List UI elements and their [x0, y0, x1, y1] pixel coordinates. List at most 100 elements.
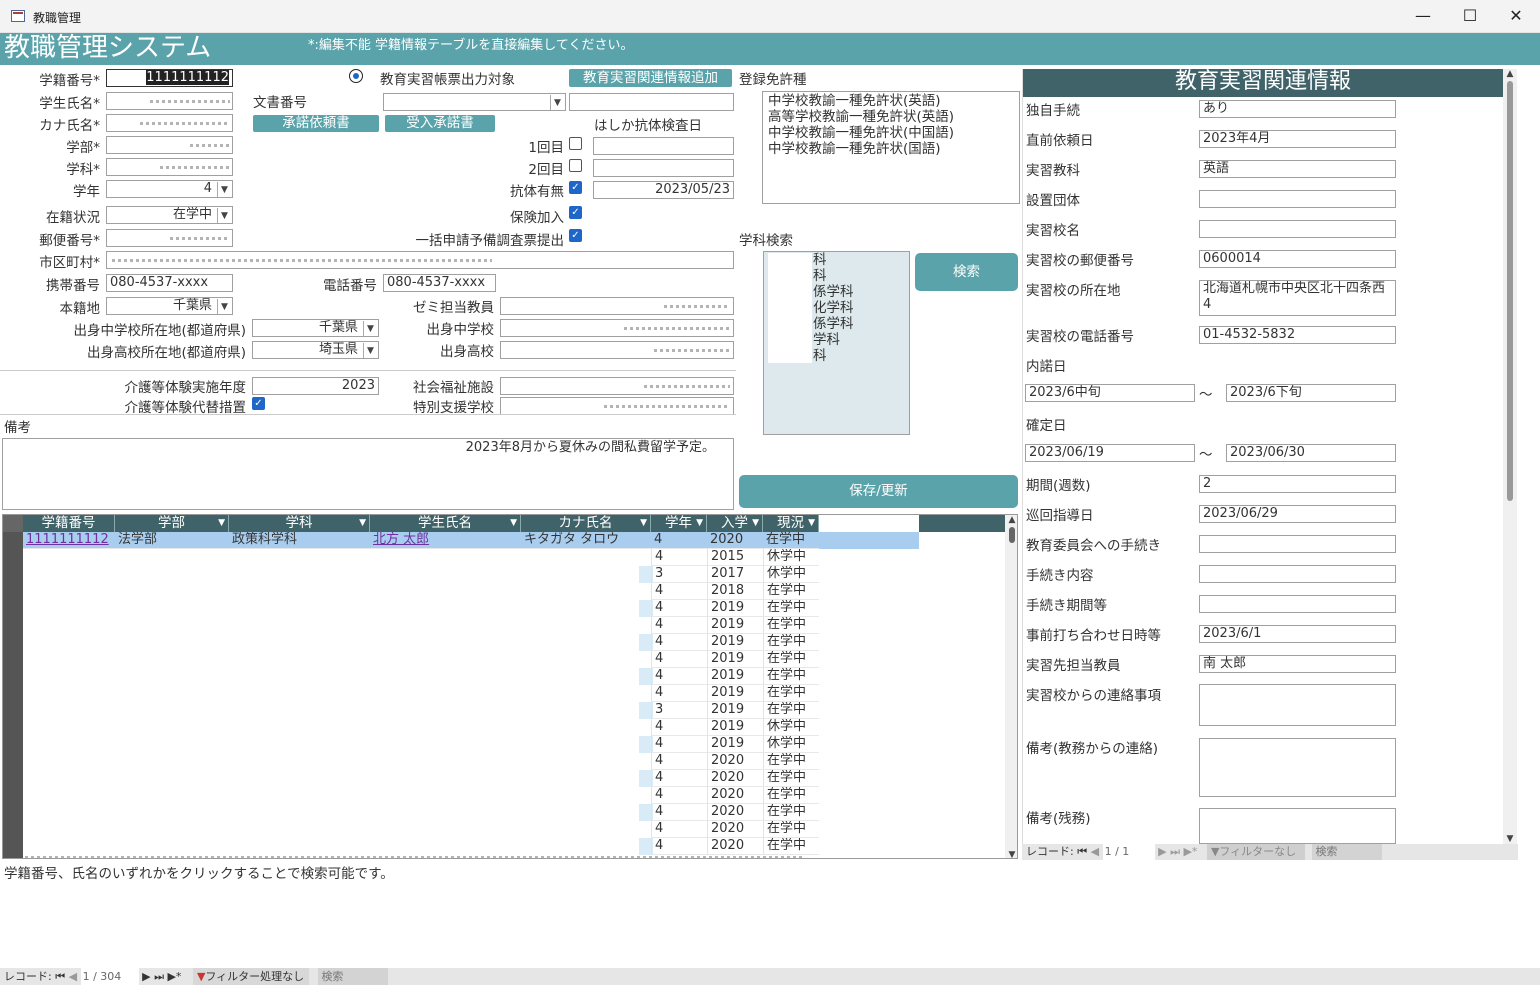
- name-field[interactable]: [106, 92, 233, 110]
- next-record-icon[interactable]: ▶: [142, 970, 150, 983]
- naidaku-to-field[interactable]: 2023/6下旬: [1226, 384, 1396, 402]
- care-alt-checkbox[interactable]: ✓: [252, 397, 265, 410]
- search-input[interactable]: 検索: [318, 968, 389, 985]
- practice-field-input[interactable]: 01-4532-5832: [1199, 326, 1396, 344]
- first-record-icon[interactable]: ⏮: [1077, 845, 1087, 858]
- grid-column-header[interactable]: 学生氏名 ▼: [370, 515, 521, 532]
- table-row[interactable]: 4 2020 在学中: [639, 770, 825, 787]
- dept-list-item[interactable]: 係学科: [813, 284, 854, 300]
- last-record-icon[interactable]: ⏭: [1170, 845, 1180, 858]
- dept-list-item[interactable]: 科: [813, 348, 854, 364]
- sort-dropdown-icon[interactable]: ▼: [359, 515, 366, 532]
- remark-office-field[interactable]: [1199, 738, 1396, 797]
- grid-column-header[interactable]: 学科 ▼: [229, 515, 370, 532]
- grid-column-header[interactable]: 現況 ▼: [763, 515, 819, 532]
- practice-field-input[interactable]: 英語: [1199, 160, 1396, 178]
- dept-search-list[interactable]: 科 科 係学科 化学科 係学科 学科 科: [763, 251, 910, 435]
- kana-field[interactable]: [106, 114, 233, 132]
- grid-column-header[interactable]: カナ氏名 ▼: [521, 515, 651, 532]
- second-date-field[interactable]: [593, 159, 734, 177]
- output-target-radio[interactable]: [349, 69, 363, 83]
- sort-dropdown-icon[interactable]: ▼: [752, 515, 759, 532]
- student-no-field[interactable]: 1111111112: [106, 69, 233, 87]
- scroll-thumb[interactable]: [1009, 527, 1015, 543]
- panel-search-input[interactable]: 検索: [1312, 844, 1383, 860]
- practice-field-input[interactable]: 北海道札幌市中央区北十四条西4: [1199, 280, 1396, 316]
- table-row[interactable]: 4 2020 在学中: [639, 821, 825, 838]
- insurance-checkbox[interactable]: ✓: [569, 206, 582, 219]
- welfare-field[interactable]: [500, 377, 734, 395]
- grid-column-header[interactable]: 学年 ▼: [651, 515, 707, 532]
- license-item[interactable]: 高等学校教諭一種免許状(英語): [768, 109, 1014, 125]
- first-record-icon[interactable]: ⏮: [55, 970, 65, 983]
- faculty-field[interactable]: [106, 136, 233, 154]
- naidaku-from-field[interactable]: 2023/6中旬: [1025, 384, 1195, 402]
- table-row[interactable]: 1111111112 法学部 政策科学科 北方 太郎 キタガタ タロウ 4 2020 在学中: [23, 532, 919, 549]
- grade-select[interactable]: 4 ▼: [106, 180, 233, 198]
- dept-list-item[interactable]: 学科: [813, 332, 854, 348]
- close-button[interactable]: ✕: [1493, 3, 1539, 31]
- practice-field-input[interactable]: 2: [1199, 475, 1396, 493]
- prev-record-icon[interactable]: ◀: [1091, 845, 1099, 858]
- table-row[interactable]: 4 2019 在学中: [639, 668, 825, 685]
- panel-scrollbar[interactable]: ▲ ▼: [1503, 69, 1517, 844]
- table-row[interactable]: 4 2020 在学中: [639, 838, 825, 855]
- panel-filter-button[interactable]: ▼フィルターなし: [1206, 844, 1305, 860]
- scroll-up-icon[interactable]: ▲: [1005, 515, 1017, 525]
- grid-column-header[interactable]: 入学 ▼: [707, 515, 763, 532]
- table-row[interactable]: 4 2018 在学中: [639, 583, 825, 600]
- grid-cell-no[interactable]: 1111111112: [23, 532, 115, 549]
- practice-field-input[interactable]: 2023年4月: [1199, 130, 1396, 148]
- chevron-down-icon[interactable]: ▼: [217, 208, 231, 223]
- prev-record-icon[interactable]: ◀: [69, 970, 77, 983]
- seminar-field[interactable]: [500, 297, 734, 315]
- record-position[interactable]: 1 / 304: [80, 968, 139, 985]
- sort-dropdown-icon[interactable]: ▼: [640, 515, 647, 532]
- table-row[interactable]: 4 2019 在学中: [639, 600, 825, 617]
- record-selector-column[interactable]: [3, 515, 23, 858]
- hs-field[interactable]: [500, 341, 734, 359]
- table-row[interactable]: 3 2017 休学中: [639, 566, 825, 583]
- sort-dropdown-icon[interactable]: ▼: [696, 515, 703, 532]
- save-update-button[interactable]: 保存/更新: [739, 475, 1018, 508]
- dept-list-item[interactable]: 係学科: [813, 316, 854, 332]
- new-record-icon[interactable]: ▶*: [167, 970, 181, 983]
- table-row[interactable]: 4 2020 在学中: [639, 787, 825, 804]
- new-record-icon[interactable]: ▶*: [1183, 845, 1197, 858]
- request-letter-button[interactable]: 承諾依頼書: [253, 115, 379, 132]
- contact-field[interactable]: [1199, 684, 1396, 726]
- dept-list-item[interactable]: 化学科: [813, 300, 854, 316]
- scroll-down-icon[interactable]: ▼: [1503, 834, 1517, 844]
- practice-field-input[interactable]: [1199, 190, 1396, 208]
- care-year-field[interactable]: 2023: [252, 377, 379, 395]
- doc-no-field[interactable]: [569, 93, 734, 111]
- antibody-checkbox[interactable]: ✓: [569, 181, 582, 194]
- chevron-down-icon[interactable]: ▼: [550, 95, 564, 110]
- grid-scrollbar[interactable]: ▲ ▼: [1005, 515, 1017, 858]
- phone-field[interactable]: 080-4537-xxxx: [383, 274, 496, 292]
- add-practice-info-button[interactable]: 教育実習関連情報追加: [569, 69, 732, 87]
- search-button[interactable]: 検索: [915, 253, 1018, 291]
- dept-list-item[interactable]: 科: [813, 268, 854, 284]
- table-row[interactable]: 4 2020 在学中: [639, 804, 825, 821]
- first-date-field[interactable]: [593, 137, 734, 155]
- practice-field-input[interactable]: あり: [1199, 100, 1396, 118]
- practice-field-input[interactable]: [1199, 565, 1396, 583]
- practice-field-input[interactable]: 南 太郎: [1199, 655, 1396, 673]
- chevron-down-icon[interactable]: ▼: [363, 343, 377, 358]
- practice-field-input[interactable]: 2023/06/29: [1199, 505, 1396, 523]
- license-item[interactable]: 中学校教諭一種免許状(国語): [768, 141, 1014, 157]
- grid-column-header[interactable]: 学部 ▼: [115, 515, 229, 532]
- table-row[interactable]: 4 2019 在学中: [639, 634, 825, 651]
- license-list[interactable]: 中学校教諭一種免許状(英語) 高等学校教諭一種免許状(英語) 中学校教諭一種免許…: [762, 91, 1020, 204]
- scroll-down-icon[interactable]: ▼: [1005, 850, 1017, 858]
- zip-field[interactable]: [106, 229, 233, 247]
- acceptance-letter-button[interactable]: 受入承諾書: [385, 115, 495, 132]
- table-row[interactable]: 4 2019 休学中: [639, 719, 825, 736]
- table-row[interactable]: 3 2019 在学中: [639, 702, 825, 719]
- minimize-button[interactable]: —: [1400, 3, 1446, 31]
- chevron-down-icon[interactable]: ▼: [217, 299, 231, 314]
- hs-pref-select[interactable]: 埼玉県 ▼: [252, 341, 379, 359]
- last-record-icon[interactable]: ⏭: [154, 970, 164, 983]
- dept-field[interactable]: [106, 158, 233, 176]
